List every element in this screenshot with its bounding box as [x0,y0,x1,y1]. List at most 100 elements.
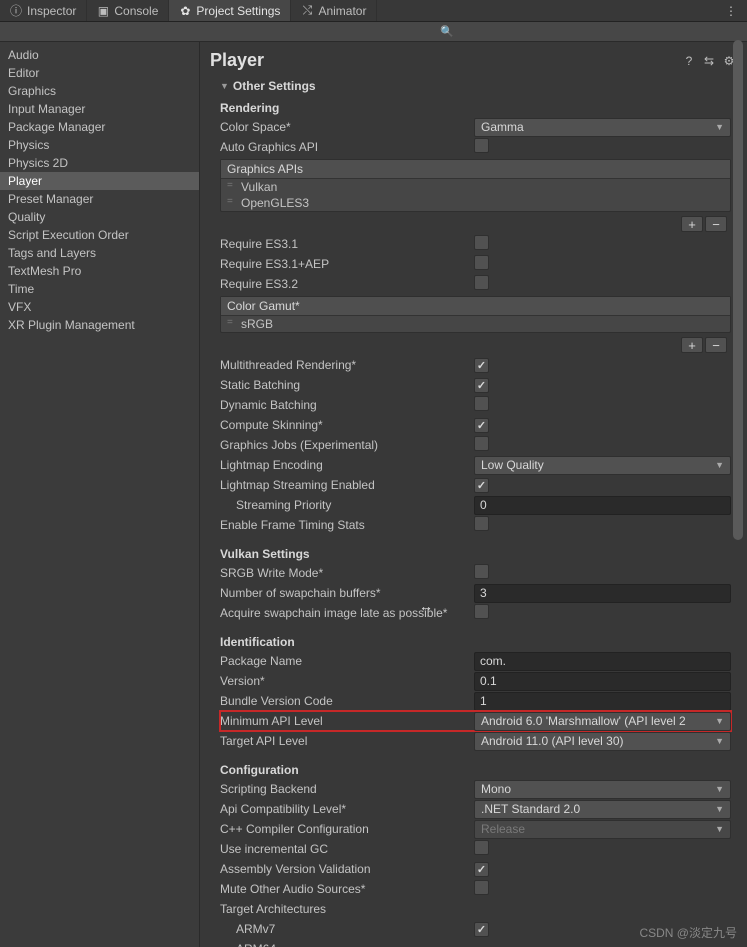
require-es31-checkbox[interactable] [474,235,489,250]
chevron-down-icon: ▼ [715,736,724,746]
sidebar-item-vfx[interactable]: VFX [0,298,199,316]
graphics-api-item[interactable]: OpenGLES3 [221,195,730,211]
api-compat-label: Api Compatibility Level* [220,802,474,816]
streaming-priority-field[interactable]: 0 [474,496,731,515]
section-vulkan: Vulkan Settings [220,543,731,563]
sidebar-item-xr-plugin-management[interactable]: XR Plugin Management [0,316,199,334]
sidebar-item-package-manager[interactable]: Package Manager [0,118,199,136]
chevron-down-icon: ▼ [715,122,724,132]
lightmap-encoding-dropdown[interactable]: Low Quality▼ [474,456,731,475]
sidebar-item-time[interactable]: Time [0,280,199,298]
sidebar-item-player[interactable]: Player [0,172,199,190]
incremental-gc-checkbox[interactable] [474,840,489,855]
color-space-dropdown[interactable]: Gamma▼ [474,118,731,137]
multithreaded-rendering-label: Multithreaded Rendering* [220,358,474,372]
min-api-dropdown[interactable]: Android 6.0 'Marshmallow' (API level 2▼ [474,712,731,731]
graphics-jobs-checkbox[interactable] [474,436,489,451]
frame-timing-checkbox[interactable] [474,516,489,531]
remove-button[interactable]: − [705,216,727,232]
color-gamut-list: Color Gamut* sRGB [220,296,731,333]
static-batching-checkbox[interactable] [474,378,489,393]
multithreaded-rendering-checkbox[interactable] [474,358,489,373]
tab-inspector[interactable]: ⓘ Inspector [0,0,87,21]
chevron-down-icon: ▼ [715,824,724,834]
info-icon: ⓘ [10,5,22,17]
other-settings-foldout[interactable]: ▼Other Settings [220,77,731,95]
arm64-label: ARM64 [220,942,474,947]
color-gamut-item[interactable]: sRGB [221,316,730,332]
acquire-late-label: Acquire swapchain image late as possible… [220,606,474,620]
console-icon: ▣ [97,5,109,17]
graphics-api-item[interactable]: Vulkan [221,179,730,195]
srgb-write-checkbox[interactable] [474,564,489,579]
mute-audio-checkbox[interactable] [474,880,489,895]
tab-bar: ⓘ Inspector ▣Console ✿Project Settings ⤭A… [0,0,747,22]
compute-skinning-checkbox[interactable] [474,418,489,433]
sidebar-item-editor[interactable]: Editor [0,64,199,82]
api-compat-dropdown[interactable]: .NET Standard 2.0▼ [474,800,731,819]
version-field[interactable]: 0.1 [474,672,731,691]
bundle-version-label: Bundle Version Code [220,694,474,708]
static-batching-label: Static Batching [220,378,474,392]
sidebar-item-graphics[interactable]: Graphics [0,82,199,100]
search-bar[interactable]: 🔍 [0,22,747,42]
srgb-write-label: SRGB Write Mode* [220,566,474,580]
add-button[interactable]: + [681,337,703,353]
assembly-validation-checkbox[interactable] [474,862,489,877]
remove-button[interactable]: − [705,337,727,353]
bundle-version-field[interactable]: 1 [474,692,731,711]
lightmap-streaming-checkbox[interactable] [474,478,489,493]
sidebar-item-script-execution-order[interactable]: Script Execution Order [0,226,199,244]
watermark: CSDN @淡定九号 [639,924,737,941]
sidebar-item-physics[interactable]: Physics [0,136,199,154]
sidebar-item-quality[interactable]: Quality [0,208,199,226]
section-configuration: Configuration [220,759,731,779]
target-api-dropdown[interactable]: Android 11.0 (API level 30)▼ [474,732,731,751]
color-space-label: Color Space* [220,120,474,134]
graphics-apis-list: Graphics APIs Vulkan OpenGLES3 [220,159,731,212]
target-arch-label: Target Architectures [220,902,474,916]
presets-icon[interactable]: ⇆ [701,53,717,69]
tab-animator[interactable]: ⤭Animator [291,0,377,21]
sidebar-item-textmesh-pro[interactable]: TextMesh Pro [0,262,199,280]
chevron-down-icon: ▼ [715,460,724,470]
sidebar-item-input-manager[interactable]: Input Manager [0,100,199,118]
armv7-checkbox[interactable] [474,922,489,937]
color-gamut-header: Color Gamut* [221,297,730,316]
vertical-scrollbar[interactable] [733,40,743,900]
scripting-backend-dropdown[interactable]: Mono▼ [474,780,731,799]
chevron-down-icon: ▼ [715,784,724,794]
incremental-gc-label: Use incremental GC [220,842,474,856]
swapchain-buffers-label: Number of swapchain buffers* [220,586,474,600]
help-icon[interactable]: ? [681,53,697,69]
sidebar-item-tags-and-layers[interactable]: Tags and Layers [0,244,199,262]
lightmap-streaming-label: Lightmap Streaming Enabled [220,478,474,492]
add-button[interactable]: + [681,216,703,232]
tab-project-settings[interactable]: ✿Project Settings [169,0,291,21]
package-name-label: Package Name [220,654,474,668]
target-api-label: Target API Level [220,734,474,748]
acquire-late-checkbox[interactable] [474,604,489,619]
chevron-down-icon: ▼ [715,804,724,814]
scrollbar-thumb[interactable] [733,40,743,540]
chevron-down-icon: ▼ [715,716,724,726]
package-name-field[interactable]: com. [474,652,731,671]
require-es31aep-label: Require ES3.1+AEP [220,257,474,271]
graphics-jobs-label: Graphics Jobs (Experimental) [220,438,474,452]
tab-console[interactable]: ▣Console [87,0,169,21]
tab-label: Inspector [27,4,76,18]
sidebar-item-preset-manager[interactable]: Preset Manager [0,190,199,208]
swapchain-buffers-field[interactable]: 3 [474,584,731,603]
auto-graphics-checkbox[interactable] [474,138,489,153]
sidebar-item-audio[interactable]: Audio [0,46,199,64]
settings-sidebar: AudioEditorGraphicsInput ManagerPackage … [0,42,200,947]
mute-audio-label: Mute Other Audio Sources* [220,882,474,896]
lightmap-encoding-label: Lightmap Encoding [220,458,474,472]
tab-menu-button[interactable]: ⋮ [715,0,747,21]
min-api-label: Minimum API Level [220,714,474,728]
require-es32-checkbox[interactable] [474,275,489,290]
tab-label: Animator [318,4,366,18]
require-es31aep-checkbox[interactable] [474,255,489,270]
sidebar-item-physics-2d[interactable]: Physics 2D [0,154,199,172]
dynamic-batching-checkbox[interactable] [474,396,489,411]
